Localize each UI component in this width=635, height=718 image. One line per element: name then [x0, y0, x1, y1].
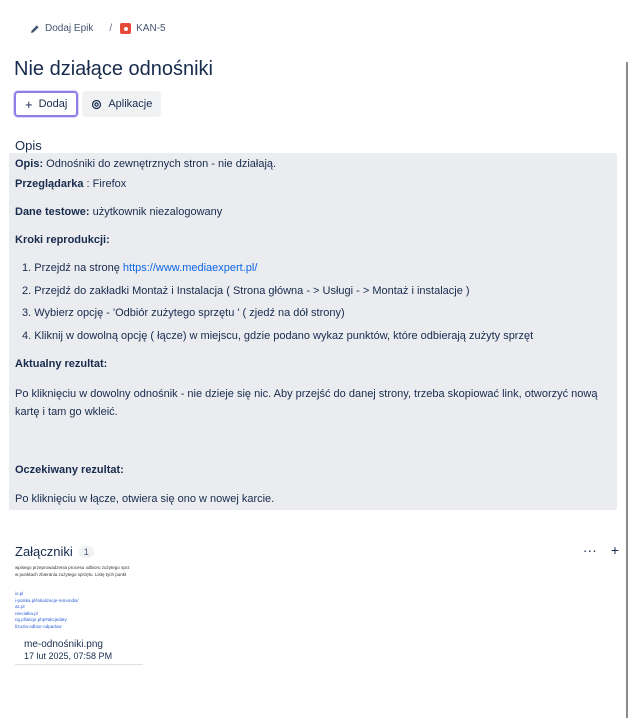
list-item: 1. Przejdź na stronę https://www.mediaex…	[22, 259, 533, 282]
step-number: 4.	[22, 329, 32, 342]
desc-browser-key: Przeglądarka	[15, 178, 84, 190]
expected-heading-text: Oczekiwany rezultat:	[15, 464, 124, 476]
desc-browser-value: : Firefox	[83, 178, 127, 190]
step-text: Przejdź na stronę	[31, 262, 123, 274]
desc-testdata-key: Dane testowe:	[15, 206, 90, 218]
apps-icon	[92, 99, 102, 109]
add-button[interactable]: + Dodaj	[14, 91, 79, 117]
breadcrumb: Dodaj Epik / KAN-5	[30, 23, 166, 34]
thumb-line: wpisego przeprowadzenia procesu odbioru …	[15, 565, 130, 570]
step-number: 3.	[22, 307, 32, 319]
breadcrumb-separator: /	[109, 23, 113, 34]
steps-list: 1. Przejdź na stronę https://www.mediaex…	[22, 259, 533, 349]
attachments-actions: ··· +	[583, 542, 619, 558]
plus-icon: +	[25, 96, 33, 112]
desc-summary-value: Odnośniki do zewnętrznych stron - nie dz…	[43, 158, 277, 170]
step-number: 2.	[22, 284, 32, 297]
thumb-line: w punktach zbierania zużytego sprzętu. L…	[15, 571, 127, 577]
desc-summary-key: Opis:	[15, 158, 44, 170]
add-button-label: Dodaj	[38, 98, 68, 110]
desc-actual-heading: Aktualny rezultat:	[15, 355, 607, 373]
apps-button-label: Aplikacje	[108, 98, 153, 110]
attachment-file-name[interactable]: me-odnośniki.png	[24, 639, 103, 650]
mediaexpert-link[interactable]: https://www.mediaexpert.pl/	[123, 262, 258, 274]
desc-expected-text: Po kliknięciu w łącze, otwiera się ono w…	[15, 493, 275, 505]
step-text: Kliknij w dowolną opcję ( łącze) w miejs…	[31, 329, 534, 342]
description-heading: Opis	[15, 138, 42, 153]
attachments-count-badge: 1	[78, 545, 94, 558]
desc-testdata-value: użytkownik niezalogowany	[89, 206, 223, 218]
desc-actual-text: Po kliknięciu w dowolny odnośnik - nie d…	[15, 388, 598, 418]
list-item: 4. Kliknij w dowolną opcję ( łącze) w mi…	[22, 327, 533, 350]
pencil-icon	[31, 24, 39, 33]
attachments-heading: Załączniki 1	[15, 544, 94, 559]
steps-heading-text: Kroki reprodukcji:	[15, 234, 110, 246]
attachment-divider	[15, 664, 143, 665]
ellipsis-icon[interactable]: ···	[583, 542, 597, 558]
description-panel[interactable]: Opis: Odnośniki do zewnętrznych stron - …	[9, 153, 617, 510]
issue-key: KAN-5	[136, 23, 166, 34]
attachment-thumbnail[interactable]: wpisego przeprowadzenia procesu odbioru …	[15, 565, 143, 637]
desc-testdata-line: Dane testowe: użytkownik niezalogowany	[15, 203, 607, 221]
step-text: Przejdź do zakładki Montaż i Instalacja …	[31, 284, 470, 297]
breadcrumb-epic[interactable]: Dodaj Epik	[30, 23, 93, 34]
list-item: 2. Przejdź do zakładki Montaż i Instalac…	[22, 282, 533, 305]
list-item: 3. Wybierz opcję - 'Odbiór zużytego sprz…	[22, 304, 533, 327]
step-text: Wybierz opcję - 'Odbiór zużytego sprzętu…	[31, 307, 345, 319]
breadcrumb-issue[interactable]: KAN-5	[120, 23, 166, 34]
breadcrumb-epic-label: Dodaj Epik	[45, 23, 94, 34]
desc-expected-heading: Oczekiwany rezultat:	[15, 461, 607, 479]
attachments-title: Załączniki	[15, 544, 73, 559]
page-title[interactable]: Nie działące odnośniki	[14, 58, 213, 81]
bug-icon	[120, 23, 132, 34]
step-number: 1.	[22, 262, 32, 274]
desc-summary-line: Opis: Odnośniki do zewnętrznych stron - …	[15, 155, 607, 173]
issue-toolbar: + Dodaj Aplikacje	[14, 91, 162, 117]
vertical-scrollbar[interactable]	[626, 62, 628, 718]
desc-steps-heading: Kroki reprodukcji:	[15, 231, 607, 249]
attachment-date: 17 lut 2025, 07:58 PM	[24, 651, 113, 661]
actual-heading-text: Aktualny rezultat:	[15, 358, 108, 370]
plus-icon[interactable]: +	[611, 542, 619, 558]
apps-button[interactable]: Aplikacje	[82, 91, 162, 117]
thumb-link: l/zuzia-odbior-odpadow	[15, 623, 62, 629]
desc-browser-line: Przeglądarka : Firefox	[15, 175, 607, 193]
